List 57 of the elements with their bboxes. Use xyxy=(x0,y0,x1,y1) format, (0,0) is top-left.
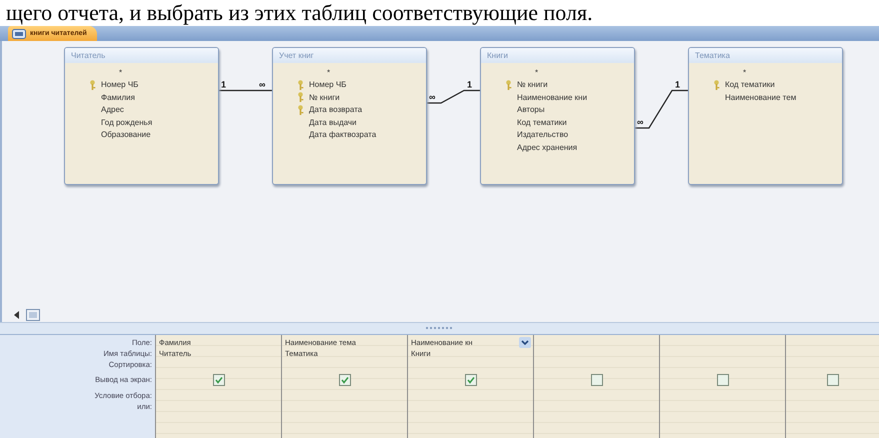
splitter-handle[interactable] xyxy=(426,327,454,330)
table-title: Тематика xyxy=(689,48,842,63)
table-box[interactable]: Учет книг * Номер ЧБ № книги Дата возврата Дата выдачи Дата фактвозрата xyxy=(272,47,427,185)
cardinality-label: 1 xyxy=(675,80,680,90)
field-name[interactable]: * xyxy=(517,68,538,77)
key-icon xyxy=(505,80,512,90)
cardinality-label: 1 xyxy=(221,80,226,90)
field-name[interactable]: Авторы xyxy=(517,105,545,114)
table-box[interactable]: Читатель * Номер ЧБ Фамилия Адрес Год рожденья Образование xyxy=(64,47,219,185)
field-name[interactable]: Код тематики xyxy=(517,118,567,127)
relationship-line xyxy=(217,90,272,92)
field-name[interactable]: * xyxy=(309,68,330,77)
key-icon xyxy=(89,80,96,90)
field-name[interactable]: Год рожденья xyxy=(101,118,152,127)
key-icon xyxy=(297,104,304,115)
table-box[interactable]: Тематика * Код тематики Наименование тем xyxy=(688,47,843,185)
cardinality-label: 1 xyxy=(467,80,472,90)
key-icon xyxy=(297,92,304,102)
key-icon xyxy=(713,80,720,90)
field-name[interactable]: Фамилия xyxy=(101,92,135,102)
field-name[interactable]: Образование xyxy=(101,130,151,140)
field-name[interactable]: Адрес xyxy=(101,105,124,114)
relationship-line xyxy=(425,90,480,104)
field-name[interactable]: Дата возврата xyxy=(309,105,362,114)
field-name[interactable]: * xyxy=(725,68,746,77)
dropdown-icon[interactable] xyxy=(519,337,531,348)
cardinality-label: ∞ xyxy=(259,80,266,90)
table-icon[interactable] xyxy=(26,309,40,321)
table-title: Учет книг xyxy=(273,48,426,63)
key-icon xyxy=(297,80,304,90)
checkbox[interactable] xyxy=(212,374,224,386)
field-name[interactable]: Номер ЧБ xyxy=(101,80,138,90)
field-name[interactable]: Дата фактвозрата xyxy=(309,130,376,140)
field-name[interactable]: № книги xyxy=(309,92,340,102)
field-name[interactable]: № книги xyxy=(517,80,548,90)
query-icon xyxy=(12,28,26,38)
checkbox[interactable] xyxy=(716,374,728,386)
checkbox[interactable] xyxy=(464,374,476,386)
document-text: щего отчета, и выбрать из этих таблиц соответствующие поля. xyxy=(5,0,594,26)
field-name[interactable]: Издательство xyxy=(517,130,568,140)
table-title: Книги xyxy=(481,48,634,63)
field-name[interactable]: Номер ЧБ xyxy=(309,80,346,90)
table-title: Читатель xyxy=(65,48,218,63)
checkbox[interactable] xyxy=(338,374,350,386)
field-name[interactable]: Дата выдачи xyxy=(309,118,357,127)
scroll-left-icon[interactable] xyxy=(14,311,20,319)
field-name[interactable]: Наименование кни xyxy=(517,92,588,102)
field-name[interactable]: Код тематики xyxy=(725,80,775,90)
field-name[interactable]: Адрес хранения xyxy=(517,142,578,152)
cardinality-label: ∞ xyxy=(637,117,644,127)
cardinality-label: ∞ xyxy=(429,92,436,102)
checkbox[interactable] xyxy=(590,374,602,386)
relationship-line xyxy=(633,90,688,129)
table-box[interactable]: Книги * № книги Наименование кни Авторы Код тематики Издательство Адрес хранения xyxy=(480,47,635,185)
checkbox[interactable] xyxy=(826,374,838,386)
field-name[interactable]: * xyxy=(101,68,122,77)
field-name[interactable]: Наименование тем xyxy=(725,92,796,102)
